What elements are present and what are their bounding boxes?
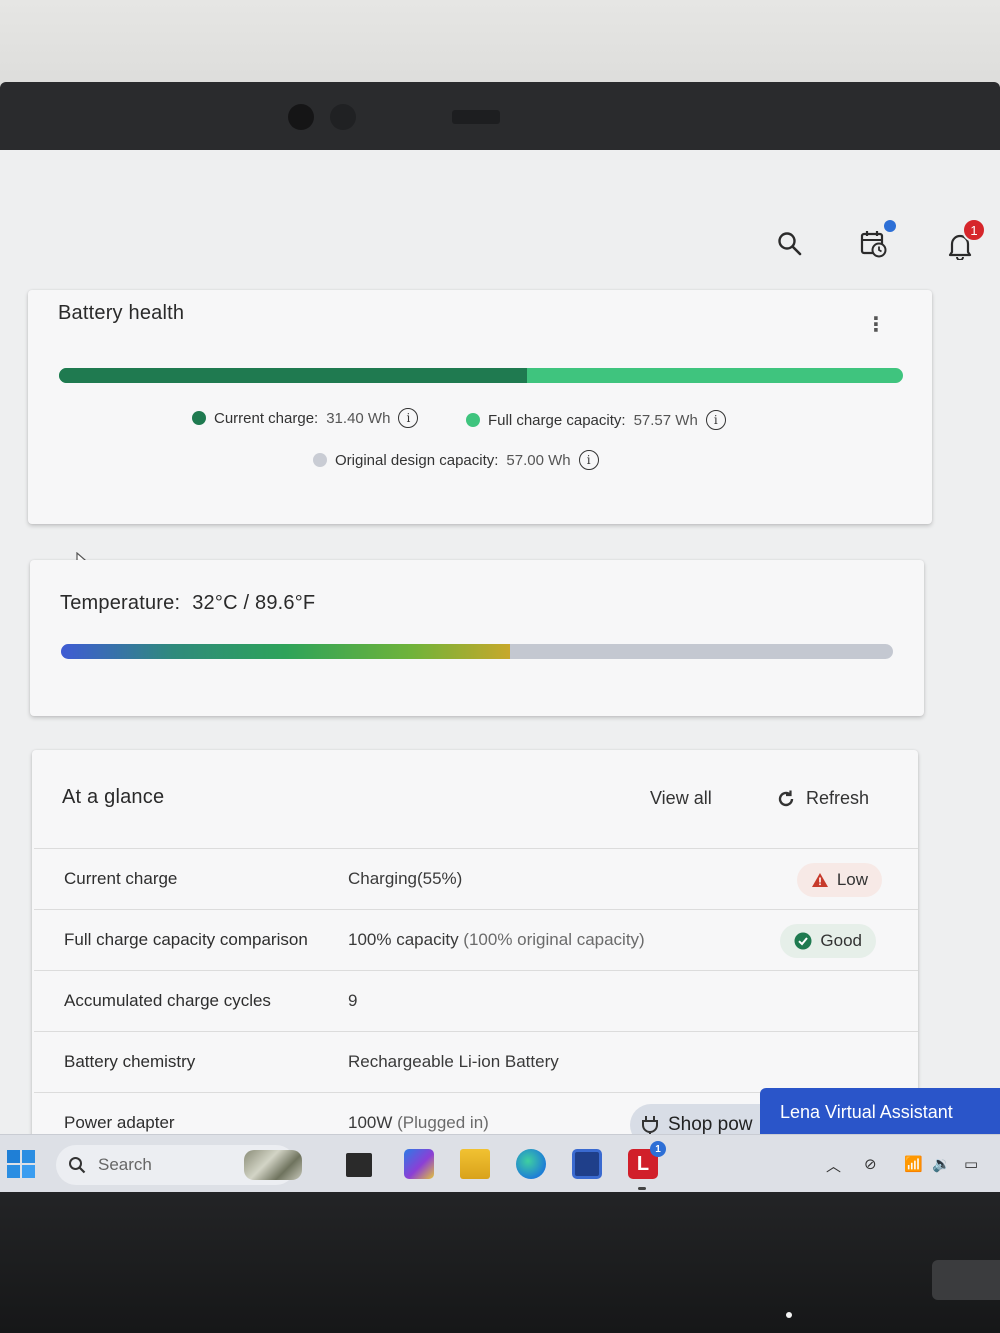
webcam-sensor [330,104,356,130]
row-value-text: Charging(55%) [348,869,463,888]
volume-icon[interactable]: 🔉 [932,1155,951,1173]
more-options-icon[interactable]: ⋮ [866,312,886,337]
plug-icon [642,1116,658,1135]
notification-badge: 1 [962,218,986,242]
row-value: 100W (Plugged in) [348,1113,489,1133]
table-row: Full charge capacity comparison 100% cap… [34,909,918,970]
view-all-link[interactable]: View all [650,788,712,809]
file-explorer-icon[interactable] [460,1149,490,1179]
row-value-text: 9 [348,991,358,1010]
table-row: Current charge Charging(55%) Low [34,848,918,909]
warning-icon [811,873,828,887]
battery-health-card: Battery health ⋮ Current charge: 31.40 W… [28,290,932,524]
full-capacity-label: Full charge capacity: [488,411,626,429]
row-label: Current charge [64,869,178,888]
refresh-icon [778,790,794,806]
legend-current-charge: Current charge: 31.40 Wh i [192,408,419,428]
schedule-indicator-dot [884,220,896,232]
row-value-note: (100% original capacity) [463,930,645,949]
edge-browser-icon[interactable] [516,1149,546,1179]
table-row: Battery chemistry Rechargeable Li-ion Ba… [34,1031,918,1092]
taskbar: Search L 1 ︿ ⊘ 📶 🔉 ▭ [0,1134,1000,1196]
legend-full-capacity: Full charge capacity: 57.57 Wh i [466,410,726,430]
search-icon [69,1157,86,1174]
app-badge: 1 [650,1141,666,1157]
temperature-label: Temperature: [60,592,181,614]
status-text: Good [820,931,862,950]
row-label: Full charge capacity comparison [64,930,308,949]
info-icon[interactable]: i [578,450,599,470]
taskbar-search[interactable]: Search [56,1145,302,1185]
row-value-text: Rechargeable Li-ion Battery [348,1052,559,1071]
current-charge-fill [59,368,528,383]
search-highlight-image [244,1150,302,1180]
design-capacity-dot [313,453,327,467]
laptop-edge [932,1260,1000,1300]
at-a-glance-title: At a glance [62,786,165,808]
terminal-app-icon[interactable] [346,1153,372,1177]
info-icon[interactable]: i [398,408,419,428]
row-value-note: (Plugged in) [397,1113,489,1132]
status-text: Low [836,870,868,889]
laptop-bottom-bezel [0,1192,1000,1333]
table-row: Accumulated charge cycles 9 [34,970,918,1031]
screen: 1 Battery health ⋮ Current charge: 31.40… [0,150,1000,1196]
row-value: 100% capacity (100% original capacity) [348,930,645,950]
webcam-shutter [452,110,500,124]
current-charge-label: Current charge: [214,409,319,427]
row-value-text: 100W [348,1113,398,1132]
schedule-icon[interactable] [854,220,896,264]
row-value: 9 [348,991,357,1011]
battery-icon[interactable]: ▭ [964,1155,978,1173]
row-label: Accumulated charge cycles [64,991,271,1010]
refresh-label: Refresh [806,788,870,808]
chevron-up-icon[interactable]: ︿ [826,1155,841,1176]
active-app-indicator [638,1187,646,1190]
search-icon[interactable] [770,224,810,264]
onedrive-icon[interactable]: ⊘ [864,1155,877,1173]
battery-health-title: Battery health [58,302,185,324]
refresh-button[interactable]: Refresh [776,788,869,809]
status-badge-good: Good [780,924,876,958]
current-charge-value: 31.40 Wh [326,409,391,427]
current-charge-dot [192,411,206,425]
design-capacity-label: Original design capacity: [335,451,499,469]
wifi-icon[interactable]: 📶 [904,1155,923,1173]
temperature-heading: Temperature: 32°C / 89.6°F [60,592,315,615]
row-value: Charging(55%) [348,869,462,889]
shop-power-label: Shop pow [668,1114,753,1135]
lenovo-vantage-icon[interactable]: L 1 [628,1141,666,1179]
temperature-bar [61,644,893,659]
row-label: Battery chemistry [64,1052,196,1071]
row-value-text: 100% capacity [348,930,464,949]
status-badge-low: Low [796,863,882,897]
store-app-icon[interactable] [404,1149,434,1179]
virtual-assistant-button[interactable]: Lena Virtual Assistant [760,1088,1000,1136]
virtual-assistant-label: Lena Virtual Assistant [780,1101,953,1122]
webcam-lens [288,104,314,130]
taskbar-search-placeholder: Search [98,1155,152,1174]
design-capacity-value: 57.00 Wh [506,451,571,469]
legend-design-capacity: Original design capacity: 57.00 Wh i [313,450,599,470]
row-label: Power adapter [64,1113,175,1132]
app-icon[interactable] [572,1149,602,1179]
notification-bell-icon[interactable]: 1 [940,218,986,266]
full-capacity-dot [466,413,480,427]
info-icon[interactable]: i [705,410,726,430]
row-value: Rechargeable Li-ion Battery [348,1052,559,1072]
full-capacity-value: 57.57 Wh [633,411,698,429]
check-circle-icon [794,932,812,950]
battery-capacity-bar [59,368,903,383]
windows-start-icon[interactable] [6,1149,36,1184]
view-all-label: View all [650,788,712,808]
temperature-level-fill [61,644,511,659]
temperature-card: Temperature: 32°C / 89.6°F [30,560,924,716]
temperature-value: 32°C / 89.6°F [192,592,316,614]
power-led [786,1312,792,1318]
